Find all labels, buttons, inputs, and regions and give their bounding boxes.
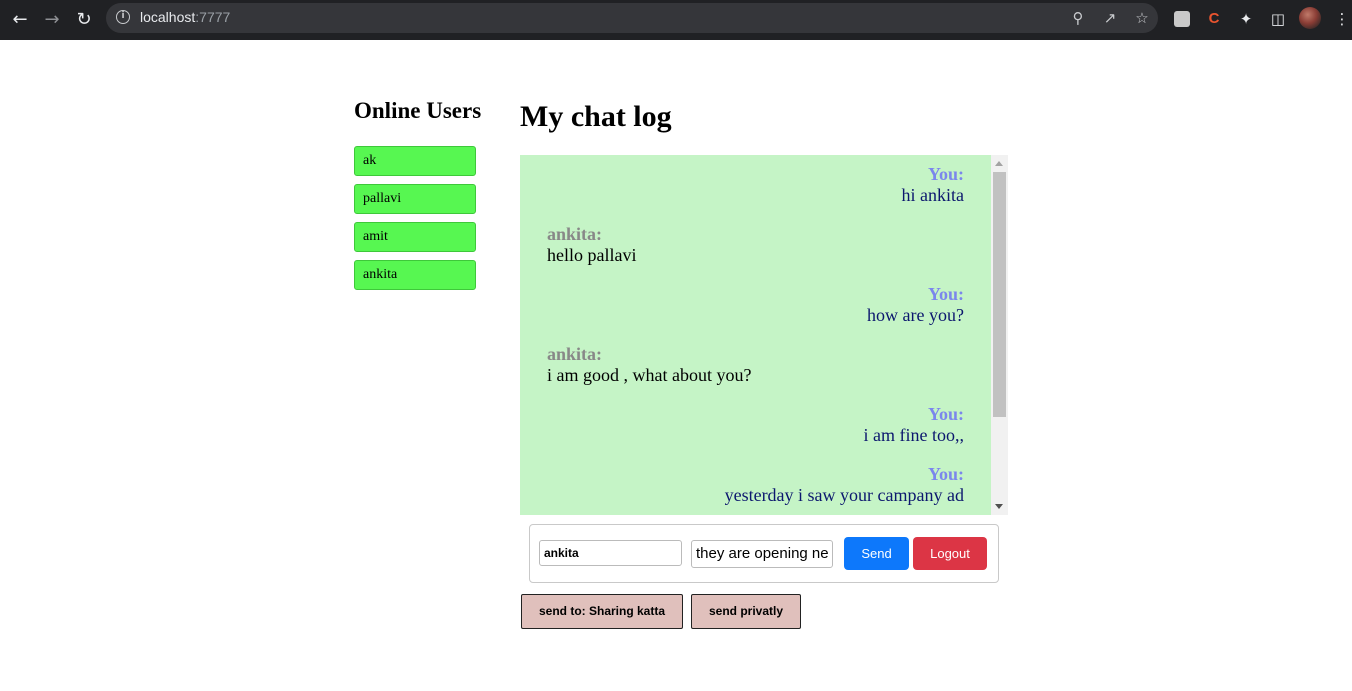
online-users-title: Online Users: [354, 98, 482, 123]
message-sender: You:: [927, 404, 964, 424]
message-input[interactable]: they are opening ne: [691, 540, 833, 568]
message-composer: ankita they are opening ne Send Logout: [529, 524, 999, 583]
message-text: i am fine too,,: [863, 425, 964, 445]
zoom-icon[interactable]: ⚲: [1068, 8, 1088, 28]
menu-icon[interactable]: ⋮: [1331, 8, 1352, 30]
info-icon[interactable]: i: [116, 10, 130, 24]
profile-avatar[interactable]: [1299, 7, 1321, 29]
message-text: hi ankita: [901, 185, 964, 205]
user-item[interactable]: amit: [354, 222, 476, 252]
message-sender: ankita:: [547, 224, 603, 244]
sidepanel-icon[interactable]: ◫: [1267, 8, 1289, 30]
send-privately-button[interactable]: send privatly: [691, 594, 801, 629]
share-icon[interactable]: ↗: [1100, 8, 1120, 28]
scroll-down-arrow-icon[interactable]: [995, 504, 1003, 509]
chat-log-title: My chat log: [520, 100, 672, 133]
address-bar[interactable]: i localhost:7777 ⚲ ↗ ☆: [106, 3, 1158, 33]
scroll-thumb[interactable]: [993, 172, 1006, 417]
logout-button[interactable]: Logout: [913, 537, 987, 570]
send-button[interactable]: Send: [844, 537, 909, 570]
chat-log[interactable]: You: hi ankita ankita: hello pallavi You…: [520, 155, 1008, 515]
user-item[interactable]: ankita: [354, 260, 476, 290]
message-text: i am good , what about you?: [547, 365, 752, 385]
url-host: localhost: [140, 9, 196, 25]
extension-icon[interactable]: [1174, 11, 1190, 27]
message-sender: You:: [927, 284, 964, 304]
chat-scrollbar[interactable]: [991, 155, 1008, 515]
message-sender: You:: [927, 164, 964, 184]
browser-toolbar: ← → ↻ i localhost:7777 ⚲ ↗ ☆ C ✦ ◫ ⋮: [0, 0, 1352, 40]
url-text: localhost:7777: [140, 9, 230, 25]
message-sender: ankita:: [547, 344, 603, 364]
user-item[interactable]: pallavi: [354, 184, 476, 214]
chat-message: ankita: hello pallavi: [547, 224, 636, 266]
chat-message: ankita: i am good , what about you?: [547, 344, 751, 386]
forward-icon[interactable]: →: [40, 8, 64, 32]
back-icon[interactable]: ←: [8, 8, 32, 32]
chat-message: You: how are you?: [867, 284, 964, 326]
user-item[interactable]: ak: [354, 146, 476, 176]
message-text: hello pallavi: [547, 245, 637, 265]
message-text: how are you?: [867, 305, 964, 325]
star-icon[interactable]: ☆: [1132, 8, 1152, 28]
message-sender: You:: [927, 464, 964, 484]
send-to-group-button[interactable]: send to: Sharing katta: [521, 594, 683, 629]
chat-message: You: hi ankita: [902, 164, 964, 206]
message-text: yesterday i saw your campany ad: [724, 485, 964, 505]
reload-icon[interactable]: ↻: [72, 8, 96, 32]
puzzle-icon[interactable]: ✦: [1235, 8, 1257, 30]
chat-message: You: yesterday i saw your campany ad: [725, 464, 964, 506]
extension-c-icon[interactable]: C: [1203, 8, 1225, 30]
online-users-list: ak pallavi amit ankita: [354, 146, 476, 298]
recipient-input[interactable]: ankita: [539, 540, 682, 566]
url-port: :7777: [195, 9, 231, 25]
scroll-up-arrow-icon[interactable]: [995, 161, 1003, 166]
chat-message: You: i am fine too,,: [864, 404, 964, 446]
